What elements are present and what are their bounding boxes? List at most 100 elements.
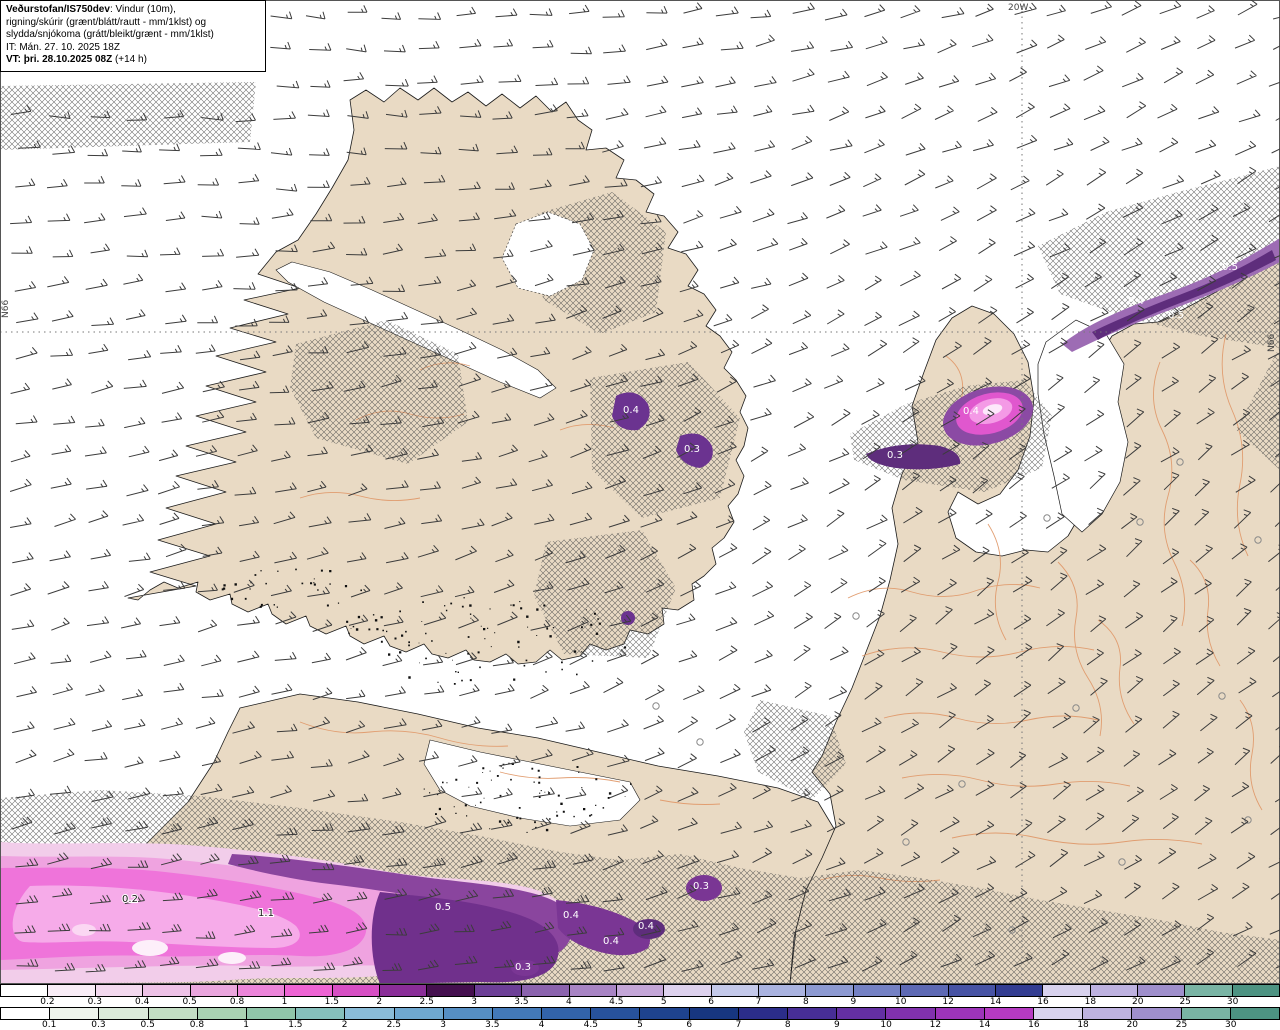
precip-value-label: 0.4	[638, 921, 654, 932]
colorbar-label: 8	[784, 1019, 791, 1030]
colorbar-cell	[245, 1008, 296, 1019]
colorbar-cell	[590, 1008, 640, 1019]
precip-value-label: 0.4	[563, 910, 579, 921]
colorbar-cell	[236, 985, 285, 996]
hatch-region	[0, 82, 256, 150]
precip-value-label: 0.3	[684, 444, 700, 455]
colorbar-label: 1.5	[288, 1019, 303, 1030]
precip-value-label: 0.4	[623, 405, 639, 416]
colorbar-cell	[1, 985, 48, 996]
colorbar-label: 16	[1028, 1019, 1040, 1030]
colorbar-cell	[1180, 1008, 1230, 1019]
precip-blob	[218, 952, 246, 964]
colorbar-cell	[1184, 985, 1232, 996]
colorbar-label: 12	[929, 1019, 942, 1030]
colorbar-cell	[1229, 1008, 1279, 1019]
meridian-label: 20W	[1008, 3, 1028, 13]
colorbar-label: 4.5	[583, 1019, 598, 1030]
colorbar-cell	[284, 985, 332, 996]
colorbar-cell	[885, 1008, 935, 1019]
colorbar-label: 5	[637, 1019, 643, 1030]
legend-title-line: Veðurstofan/IS750dev: Vindur (10m),	[6, 4, 260, 17]
colorbar-label: 14	[978, 1019, 991, 1030]
colorbar-cell	[473, 985, 522, 996]
colorbar-label: 4	[566, 996, 572, 1007]
colorbar-label: 2.5	[386, 1019, 402, 1030]
colorbar-cell	[442, 1008, 492, 1019]
precip-value-label: 0.5	[435, 902, 451, 913]
colorbar-cell	[1131, 1008, 1181, 1019]
colorbar-cell	[491, 1008, 542, 1019]
colorbar-cells	[0, 1007, 1280, 1020]
colorbar-cell	[47, 985, 95, 996]
colorbar-label: 25	[1175, 1019, 1188, 1030]
weather-map: 0.4 0.5 0.5 0.4 0.3 0.3 0.4 0.2 1.1 0.5 0.4 0.4 0.3 0…	[0, 0, 1280, 984]
legend-snow-desc: slydda/snjókoma (grátt/bleikt/grænt - mm…	[6, 29, 214, 40]
colorbar-cell	[393, 1008, 443, 1019]
colorbar-label: 3.5	[514, 996, 529, 1007]
precip-value-label: 0.5	[1168, 310, 1184, 321]
colorbar-cell	[295, 1008, 345, 1019]
colorbar-label: 0.8	[189, 1019, 205, 1030]
colorbar-cell	[94, 985, 143, 996]
colorbar-cell	[639, 1008, 689, 1019]
colorbar-label: 0.3	[87, 996, 102, 1007]
colorbar-label: 0.5	[182, 996, 197, 1007]
colorbar-label: 2.5	[419, 996, 434, 1007]
precip-value-label: 0.3	[887, 450, 903, 461]
colorbar-label: 5	[660, 996, 667, 1007]
precip-value-label: 0.4	[963, 406, 979, 417]
colorbar-label: 3	[440, 1019, 446, 1030]
colorbar-label: 10	[895, 996, 907, 1007]
colorbar-label: 0.8	[229, 996, 245, 1007]
colorbar-cell	[98, 1008, 148, 1019]
parallel-label-right: N66	[1267, 334, 1277, 352]
colorbar-label: 4.5	[609, 996, 624, 1007]
colorbar-cell	[852, 985, 901, 996]
colorbar-label: 3	[471, 996, 477, 1007]
colorbar-cell	[737, 1008, 787, 1019]
colorbar-label: 30	[1226, 996, 1239, 1007]
precip-blob	[72, 924, 96, 936]
colorbar-label: 0.3	[91, 1019, 106, 1030]
colorbar-label: 10	[880, 1019, 892, 1030]
colorbar-cell	[983, 1008, 1033, 1019]
colorbar-label: 1	[281, 996, 288, 1007]
colorbar-cell	[947, 985, 995, 996]
colorbar-cell	[1137, 985, 1185, 996]
legend-rain-desc: rigning/skúrir (grænt/blátt/rautt - mm/1…	[6, 16, 207, 28]
colorbar-cell	[900, 985, 948, 996]
colorbar-cell	[1082, 1008, 1132, 1019]
colorbar-cells	[0, 984, 1280, 997]
colorbar-label: 1	[243, 1019, 250, 1030]
colorbar-label: 6	[686, 1019, 693, 1030]
colorbar-label: 25	[1179, 996, 1191, 1007]
colorbar-cell	[379, 985, 427, 996]
colorbar-cell	[994, 985, 1043, 996]
colorbar-label: 9	[850, 996, 857, 1007]
legend-init-time: IT: Mán. 27. 10. 2025 18Z	[6, 41, 120, 53]
colorbar-cell	[805, 985, 853, 996]
colorbar-cell	[568, 985, 616, 996]
colorbar-label: 8	[803, 996, 809, 1007]
colorbar-label: 9	[834, 1019, 840, 1030]
colorbar-cell	[189, 985, 237, 996]
colorbar-label: 20	[1132, 996, 1144, 1007]
colorbar-label: 7	[735, 1019, 742, 1030]
legend-title-rest: : Vindur (10m),	[109, 4, 176, 15]
colorbar-cell	[331, 985, 379, 996]
colorbar-label: 16	[1037, 996, 1049, 1007]
colorbar-label: 7	[755, 996, 762, 1007]
colorbar-cell	[142, 985, 190, 996]
colorbar-cell	[1042, 985, 1090, 996]
colorbar-label: 0.5	[140, 1019, 155, 1030]
weather-map-panel: 0.4 0.5 0.5 0.4 0.3 0.3 0.4 0.2 1.1 0.5 0.4 0.4 0.3 0…	[0, 0, 1280, 984]
colorbar-cell	[541, 1008, 591, 1019]
colorbar-label: 3.5	[485, 1019, 500, 1030]
precip-blob	[132, 940, 168, 956]
precip-value-label: 0.2	[122, 894, 138, 905]
colorbar-cell	[710, 985, 758, 996]
colorbar-cell	[49, 1008, 99, 1019]
colorbar-cell	[688, 1008, 738, 1019]
colorbar-cell	[1089, 985, 1137, 996]
